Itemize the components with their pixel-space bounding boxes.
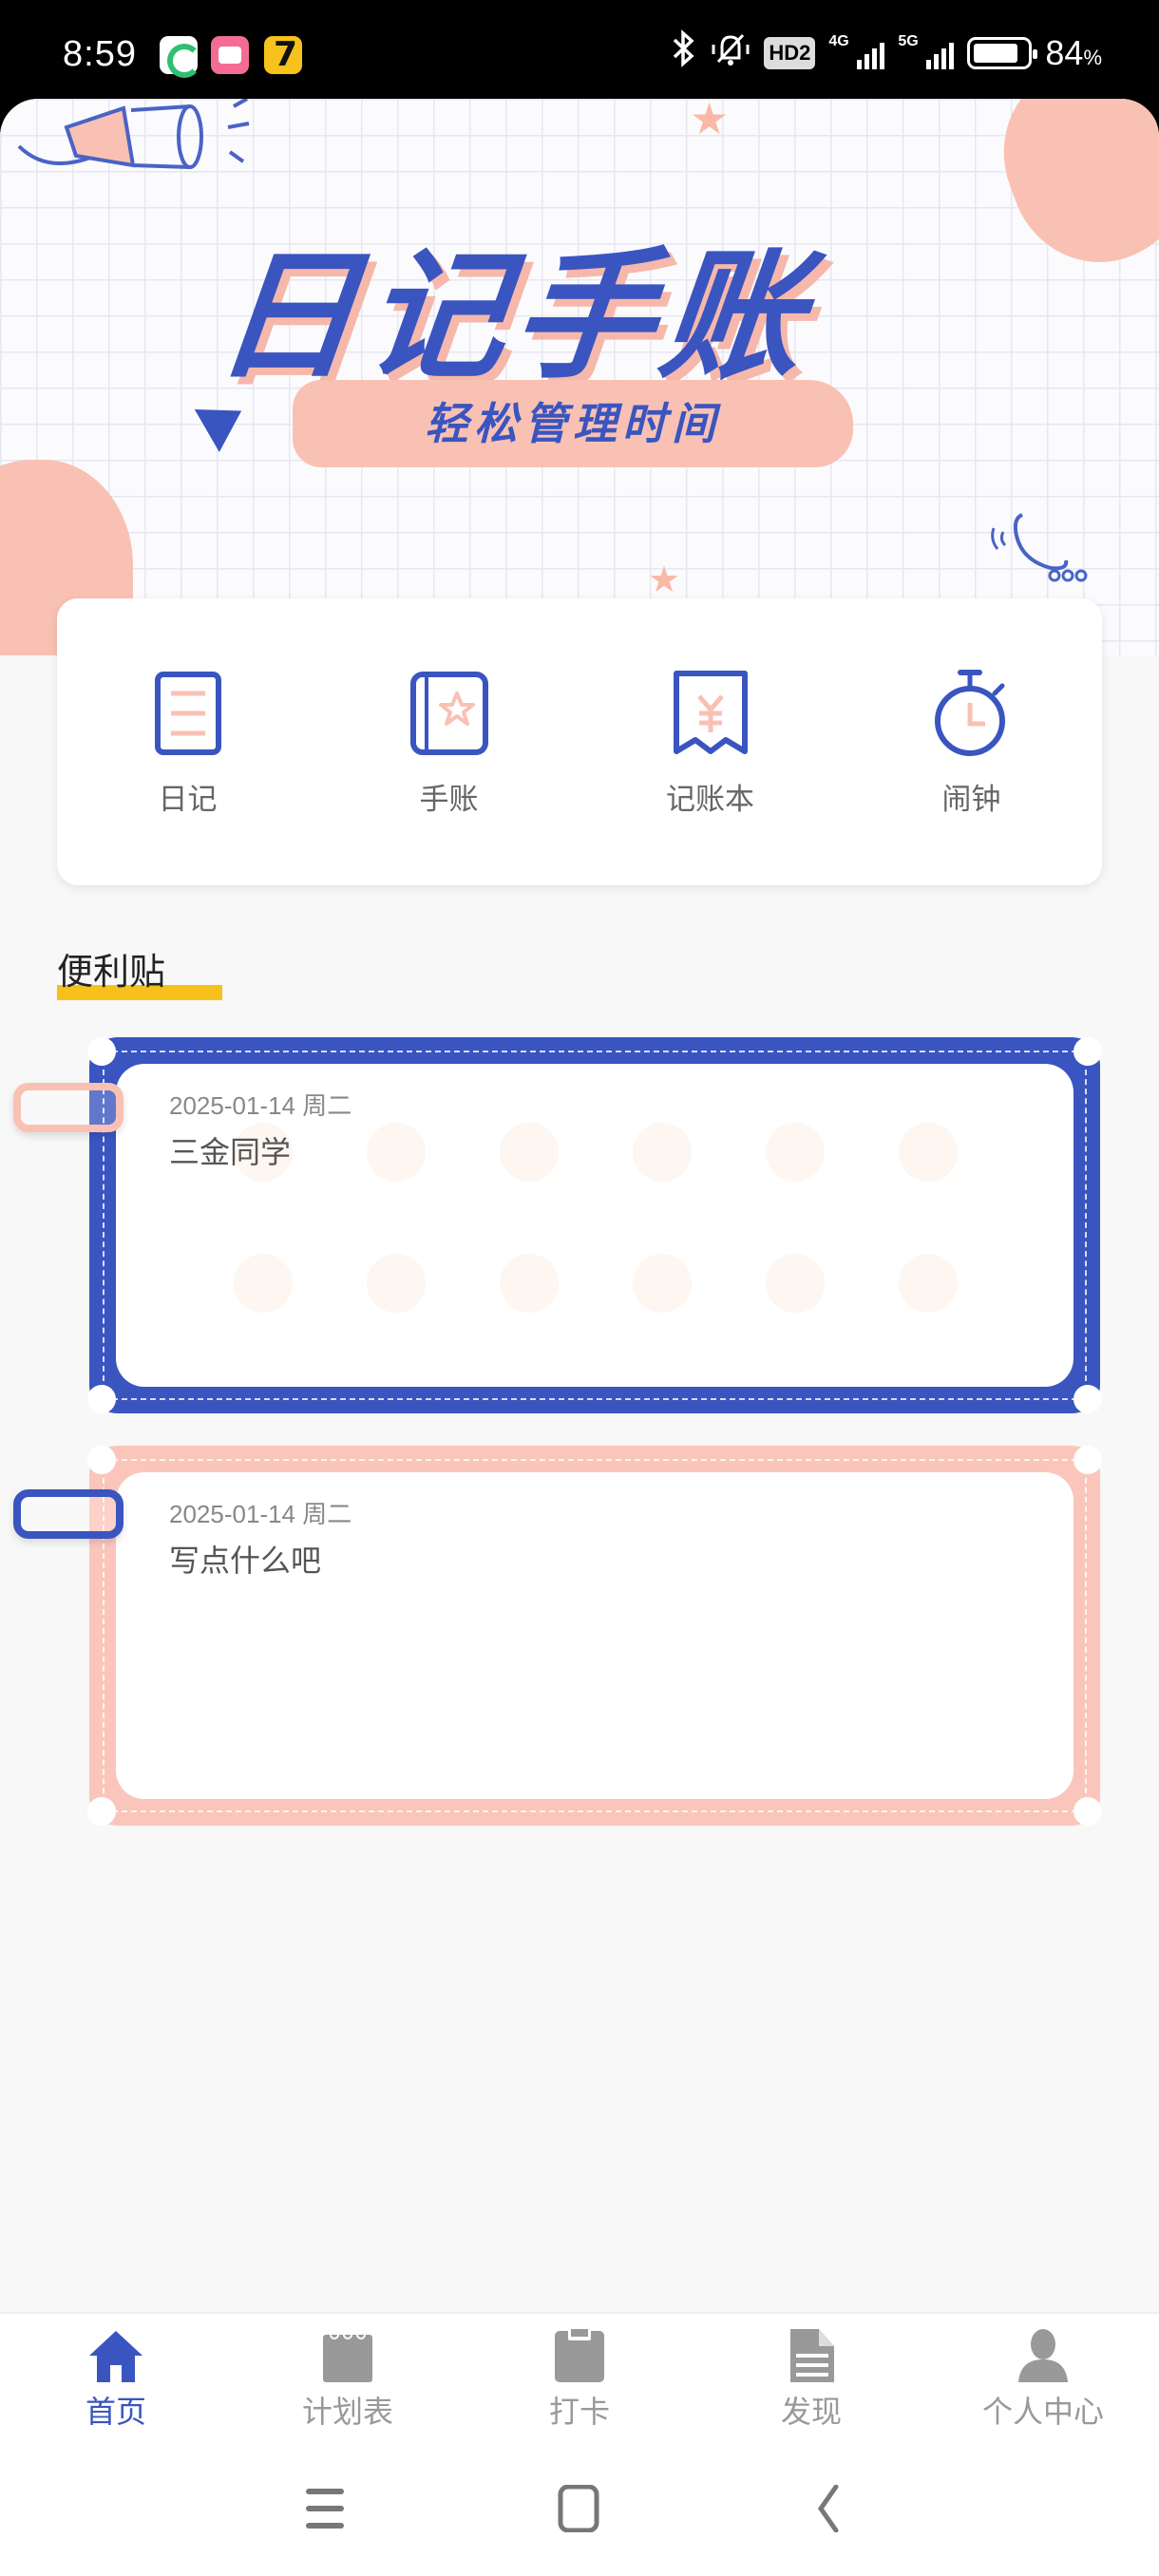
rivet-icon bbox=[87, 1446, 116, 1474]
signal-5g-icon: 5G bbox=[898, 33, 955, 69]
rivet-icon bbox=[1074, 1385, 1102, 1413]
note-tab bbox=[13, 1083, 124, 1132]
rivet-icon bbox=[87, 1037, 116, 1066]
note-stitch bbox=[112, 1810, 1077, 1812]
rivet-icon bbox=[87, 1797, 116, 1826]
section-title: 便利贴 bbox=[57, 951, 166, 993]
note-tab bbox=[13, 1489, 124, 1539]
status-bar: 8:59 HD2 4G 5G 84% bbox=[0, 0, 1159, 104]
recent-apps-button[interactable] bbox=[298, 2485, 355, 2532]
note-body: 2025-01-14 周二 写点什么吧 bbox=[116, 1472, 1074, 1799]
note-stitch bbox=[112, 1398, 1077, 1400]
clipboard-icon bbox=[555, 2329, 604, 2382]
banner-title: 日记手账 bbox=[208, 235, 819, 398]
home-icon bbox=[89, 2331, 142, 2382]
home-button[interactable] bbox=[551, 2484, 608, 2533]
signal-4g-icon: 4G bbox=[828, 33, 885, 69]
bluetooth-icon bbox=[669, 28, 697, 78]
quick-action-journal[interactable]: 手账 bbox=[364, 671, 535, 885]
banner: ★ ★ 日记手账 轻松管理时间 bbox=[0, 99, 1159, 655]
tab-plan[interactable]: 计划表 bbox=[232, 2314, 464, 2441]
alarm-icon bbox=[929, 670, 1015, 756]
battery-percent: 84% bbox=[1045, 33, 1102, 72]
back-button[interactable] bbox=[808, 2484, 864, 2533]
bilibili-notification-icon bbox=[211, 36, 249, 74]
quick-action-label: 记账本 bbox=[666, 783, 754, 817]
app-notification-icon bbox=[160, 36, 201, 78]
battery-icon bbox=[967, 37, 1038, 69]
hd-voice-badge: HD2 bbox=[764, 37, 816, 69]
note-date: 2025-01-14 周二 bbox=[169, 1500, 352, 1528]
bottom-tab-bar: 首页 计划表 打卡 发现 个人中心 bbox=[0, 2312, 1159, 2441]
menu-icon bbox=[306, 2489, 344, 2529]
tab-label: 打卡 bbox=[548, 2394, 610, 2430]
megaphone-illustration bbox=[10, 99, 256, 198]
user-icon bbox=[1018, 2329, 1068, 2382]
note-stitch bbox=[1085, 1060, 1087, 1391]
rivet-icon bbox=[1074, 1037, 1102, 1066]
reader-notification-icon bbox=[264, 36, 302, 74]
tab-discover[interactable]: 发现 bbox=[695, 2314, 927, 2441]
tab-profile[interactable]: 个人中心 bbox=[927, 2314, 1159, 2441]
quick-action-label: 闹钟 bbox=[941, 783, 1001, 817]
banner-subtitle-pill: 轻松管理时间 bbox=[293, 380, 853, 467]
back-chevron-icon bbox=[817, 2484, 839, 2533]
quick-action-ledger[interactable]: 记账本 bbox=[625, 671, 796, 885]
quick-action-diary[interactable]: 日记 bbox=[103, 671, 274, 885]
star-icon: ★ bbox=[648, 559, 681, 600]
tab-label: 发现 bbox=[780, 2394, 842, 2430]
note-body: 2025-01-14 周二 三金同学 bbox=[116, 1064, 1074, 1387]
rivet-icon bbox=[1074, 1797, 1102, 1826]
tab-label: 个人中心 bbox=[981, 2394, 1104, 2430]
tab-label: 首页 bbox=[85, 2394, 146, 2430]
note-stitch bbox=[112, 1051, 1077, 1052]
notepad-icon bbox=[323, 2330, 372, 2382]
note-text: 三金同学 bbox=[169, 1134, 292, 1170]
tab-label: 计划表 bbox=[301, 2394, 393, 2430]
tab-home[interactable]: 首页 bbox=[0, 2314, 232, 2441]
rivet-icon bbox=[1074, 1446, 1102, 1474]
quick-action-label: 日记 bbox=[158, 783, 218, 817]
note-date: 2025-01-14 周二 bbox=[169, 1091, 352, 1120]
note-stitch bbox=[112, 1459, 1077, 1461]
home-page: ★ ★ 日记手账 轻松管理时间 日记 手账 记账本 闹钟 便利贴 2025-01… bbox=[0, 99, 1159, 2312]
quick-action-alarm[interactable]: 闹钟 bbox=[886, 670, 1057, 885]
quick-action-label: 手账 bbox=[419, 783, 479, 817]
note-text: 写点什么吧 bbox=[169, 1543, 322, 1579]
banner-subtitle: 轻松管理时间 bbox=[425, 398, 721, 449]
sticky-note[interactable]: 2025-01-14 周二 三金同学 bbox=[13, 1037, 1102, 1413]
square-icon bbox=[558, 2484, 599, 2533]
tab-checkin[interactable]: 打卡 bbox=[464, 2314, 695, 2441]
note-stitch bbox=[1085, 1468, 1087, 1803]
phone-illustration bbox=[984, 507, 1098, 587]
journal-icon bbox=[407, 671, 492, 756]
status-time: 8:59 bbox=[63, 34, 137, 74]
ledger-icon bbox=[668, 671, 753, 756]
decorative-blob bbox=[978, 99, 1159, 287]
star-icon: ★ bbox=[690, 99, 730, 144]
quick-actions-card: 日记 手账 记账本 闹钟 bbox=[57, 598, 1102, 885]
system-navigation-bar bbox=[0, 2441, 1159, 2576]
diary-icon bbox=[145, 671, 231, 756]
sticky-note[interactable]: 2025-01-14 周二 写点什么吧 bbox=[13, 1446, 1102, 1826]
rivet-icon bbox=[87, 1385, 116, 1413]
mute-bell-icon bbox=[711, 29, 750, 78]
document-icon bbox=[790, 2329, 834, 2382]
